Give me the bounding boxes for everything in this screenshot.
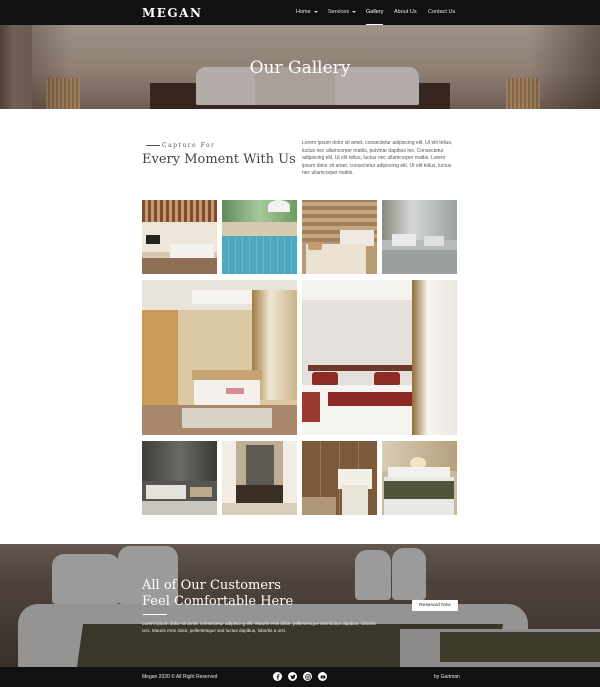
gallery-image-4[interactable] xyxy=(382,200,457,274)
nav-item-home[interactable]: Home xyxy=(296,0,318,25)
nav-item-label: Home xyxy=(296,9,311,15)
chevron-down-icon xyxy=(313,10,318,13)
gallery-image-10[interactable] xyxy=(382,441,457,515)
gallery-image-8[interactable] xyxy=(222,441,297,515)
section-kicker: Capture For xyxy=(162,142,216,149)
youtube-icon[interactable] xyxy=(318,672,327,681)
chevron-down-icon xyxy=(352,10,357,13)
comfort-banner xyxy=(0,544,600,667)
credit-text: by Gariman xyxy=(434,674,460,680)
section-description: Lorem ipsum dolor sit amet, consectetur … xyxy=(302,140,453,176)
gallery-image-5[interactable] xyxy=(142,280,297,435)
nav-item-about-us[interactable]: About Us xyxy=(394,0,417,25)
twitter-icon[interactable] xyxy=(288,672,297,681)
nav-item-gallery[interactable]: Gallery xyxy=(366,0,384,25)
kicker-rule xyxy=(146,145,160,146)
banner-heading-line: Feel Comfortable Here xyxy=(142,594,294,609)
gallery-image-7[interactable] xyxy=(142,441,217,515)
banner-overlay xyxy=(0,544,600,667)
nav-item-label: Contact Us xyxy=(428,9,456,15)
banner-heading: All of Our Customers Feel Comfortable He… xyxy=(142,578,293,610)
section-heading: Every Moment With Us xyxy=(142,152,296,167)
page-title: Our Gallery xyxy=(249,58,351,78)
hero-banner: Our Gallery xyxy=(0,25,600,109)
site-logo[interactable]: MEGAN xyxy=(142,6,202,20)
reserve-now-button[interactable]: Reserved Now xyxy=(412,600,458,611)
nav-item-label: Services xyxy=(328,9,350,15)
top-navbar: MEGAN Home Services Gallery About Us Con… xyxy=(0,0,600,25)
banner-rule xyxy=(143,614,167,615)
instagram-icon[interactable] xyxy=(303,672,312,681)
facebook-icon[interactable] xyxy=(273,672,282,681)
nav-item-contact-us[interactable]: Contact Us xyxy=(428,0,455,25)
footer: Megan 2020 © All Right Reserved by Garim… xyxy=(0,667,600,687)
copyright-text: Megan 2020 © All Right Reserved xyxy=(142,674,218,680)
banner-description: Lorem ipsum dolor sit amet, consectetur … xyxy=(142,621,376,633)
gallery-image-2[interactable] xyxy=(222,200,297,274)
gallery-image-1[interactable] xyxy=(142,200,217,274)
nav-item-label: About Us xyxy=(394,9,417,15)
nav-item-services[interactable]: Services xyxy=(328,0,357,25)
banner-heading-line: All of Our Customers xyxy=(142,578,281,593)
nav-item-label: Gallery xyxy=(366,9,384,15)
gallery-image-3[interactable] xyxy=(302,200,377,274)
gallery-image-9[interactable] xyxy=(302,441,377,515)
gallery-image-6[interactable] xyxy=(302,280,457,435)
